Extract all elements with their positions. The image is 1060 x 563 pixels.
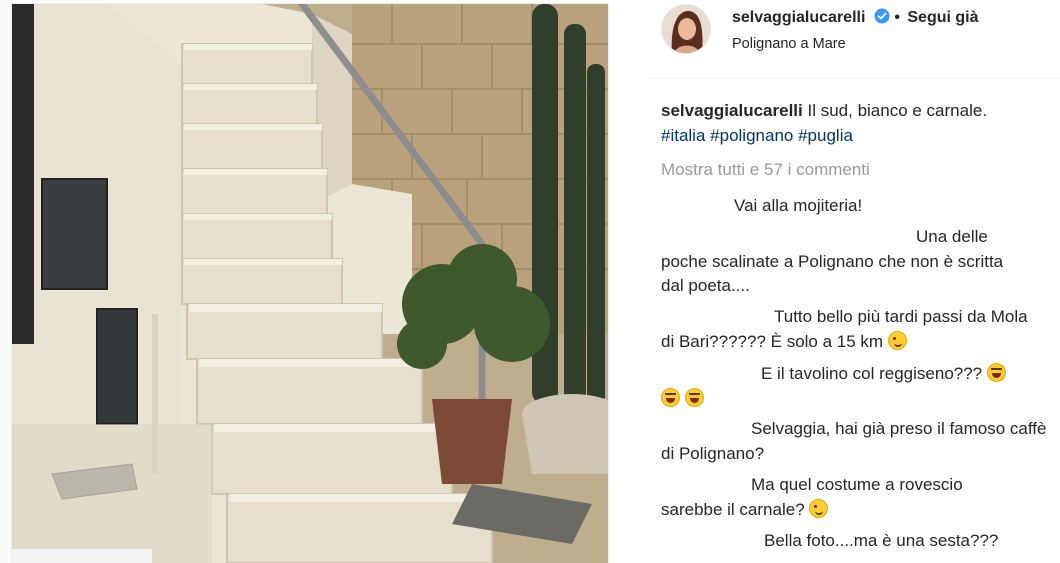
comment-text: Bella foto....ma è una sesta???: [764, 531, 999, 550]
avatar[interactable]: [662, 5, 710, 53]
comment-item: Ma quel costume a rovescio sarebbe il ca…: [661, 473, 1021, 522]
comment-item: Selvaggia, hai già preso il famoso caffè…: [661, 417, 1051, 466]
comment-item: Vai alla mojiteria!: [661, 194, 1051, 219]
location-link[interactable]: Polignano a Mare: [732, 36, 846, 52]
view-all-comments-link[interactable]: Mostra tutti e 57 i commenti: [661, 160, 870, 180]
post-caption: selvaggialucarelli Il sud, bianco e carn…: [661, 99, 1046, 148]
laughing-emoji-icon: [661, 387, 680, 407]
avatar-portrait-icon: [662, 5, 710, 53]
comment-text: Una delle poche scalinate a Polignano ch…: [661, 227, 1004, 295]
laughing-emoji-icon: [684, 387, 704, 407]
follow-button[interactable]: Segui già: [907, 9, 978, 26]
comment-text: E il tavolino col reggiseno???: [761, 364, 983, 383]
comment-item: Bella foto....ma è una sesta???: [661, 529, 1051, 554]
username-row: selvaggialucarelli • Segui già: [732, 8, 979, 27]
post-photo[interactable]: [12, 4, 608, 563]
comment-item: E il tavolino col reggiseno???: [661, 362, 1036, 411]
left-margin: [0, 0, 12, 563]
comment-text: Tutto bello più tardi passi da Mola di B…: [661, 307, 1028, 351]
post-author-username[interactable]: selvaggialucarelli: [732, 9, 865, 26]
caption-text: Il sud, bianco e carnale.: [807, 101, 988, 120]
comment-text: Vai alla mojiteria!: [734, 196, 863, 215]
comment-item: Tutto bello più tardi passi da Mola di B…: [661, 305, 1036, 354]
separator-dot: •: [894, 9, 900, 26]
comment-text: Selvaggia, hai già preso il famoso caffè…: [661, 419, 1047, 463]
wink-emoji-icon: [809, 498, 829, 518]
wink-emoji-icon: [887, 330, 907, 350]
comment-item: Una delle poche scalinate a Polignano ch…: [661, 225, 1006, 299]
hashtag-puglia[interactable]: #puglia: [798, 126, 853, 145]
post-header: selvaggialucarelli • Segui già Polignano…: [648, 0, 1060, 79]
stairs-photo-illustration: [12, 4, 608, 563]
hashtag-italia[interactable]: #italia: [661, 126, 705, 145]
hashtag-polignano[interactable]: #polignano: [710, 126, 793, 145]
caption-username[interactable]: selvaggialucarelli: [661, 101, 803, 120]
laughing-emoji-icon: [986, 363, 1006, 382]
post-sidebar: selvaggialucarelli • Segui già Polignano…: [648, 0, 1060, 563]
verified-badge-icon: [874, 8, 890, 24]
